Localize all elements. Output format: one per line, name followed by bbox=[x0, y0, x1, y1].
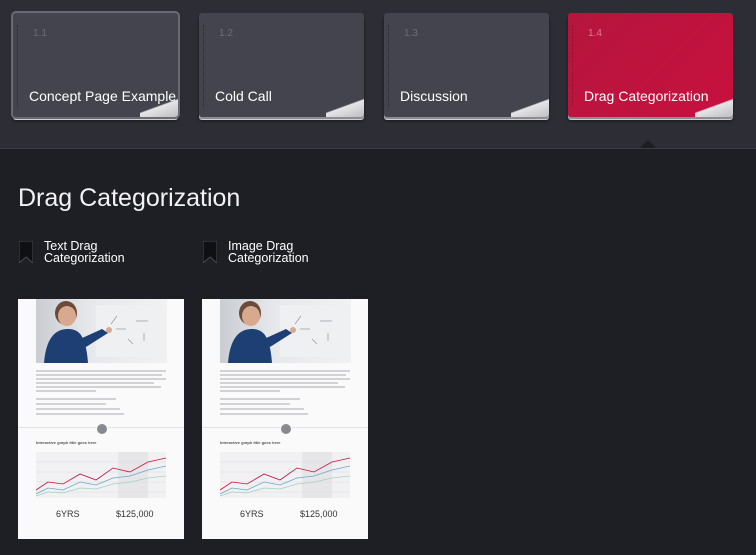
lesson-card-drag-categorization[interactable]: 1.4 Drag Categorization bbox=[568, 13, 733, 117]
next-arrow-icon bbox=[280, 423, 292, 435]
lesson-title: Cold Call bbox=[215, 88, 272, 104]
body-text-line bbox=[220, 370, 350, 372]
stat-amount: $125,000 bbox=[116, 509, 154, 519]
bullet-line bbox=[36, 413, 124, 415]
lesson-number: 1.2 bbox=[219, 28, 233, 39]
thumbnail-photo bbox=[220, 299, 351, 363]
item-label: Image Drag Categorization bbox=[228, 239, 309, 265]
torn-edge bbox=[18, 529, 184, 539]
body-text-line bbox=[36, 370, 166, 372]
body-text-line bbox=[220, 378, 350, 380]
lesson-card-cold-call[interactable]: 1.2 Cold Call bbox=[199, 13, 364, 117]
item-label: Text Drag Categorization bbox=[44, 239, 125, 265]
thumbnail-image-drag-categorization[interactable]: Interactive graph title goes here 6YRS $… bbox=[202, 299, 368, 539]
body-text-line bbox=[220, 386, 345, 388]
section-title: Drag Categorization bbox=[18, 184, 241, 212]
stat-years: 6YRS bbox=[56, 509, 80, 519]
card-spine bbox=[17, 25, 20, 107]
bookmark-icon bbox=[19, 241, 33, 263]
lesson-number: 1.1 bbox=[33, 28, 47, 39]
thumbnail-photo bbox=[36, 299, 167, 363]
bullet-line bbox=[220, 403, 290, 405]
card-spine bbox=[203, 25, 206, 107]
body-text-line bbox=[220, 374, 346, 376]
item-text-drag-categorization[interactable]: Text Drag Categorization bbox=[19, 240, 154, 264]
lesson-number: 1.3 bbox=[404, 28, 418, 39]
body-text-line bbox=[220, 390, 280, 392]
item-image-drag-categorization[interactable]: Image Drag Categorization bbox=[203, 240, 338, 264]
lesson-strip: 1.1 Concept Page Example 1.2 Cold Call 1… bbox=[0, 0, 756, 149]
bullet-line bbox=[36, 408, 120, 410]
stat-amount: $125,000 bbox=[300, 509, 338, 519]
bullet-line bbox=[220, 398, 300, 400]
graph-preview bbox=[35, 452, 167, 498]
body-text-line bbox=[36, 378, 166, 380]
graph-title: Interactive graph title goes here bbox=[220, 440, 281, 445]
bullet-line bbox=[220, 413, 308, 415]
lesson-card-concept-page-example[interactable]: 1.1 Concept Page Example bbox=[13, 13, 178, 117]
body-text-line bbox=[36, 390, 96, 392]
graph-title: Interactive graph title goes here bbox=[36, 440, 97, 445]
lesson-title: Discussion bbox=[400, 88, 468, 104]
card-spine bbox=[388, 25, 391, 107]
thumbnail-text-drag-categorization[interactable]: Interactive graph title goes here 6YRS $… bbox=[18, 299, 184, 539]
bullet-line bbox=[36, 398, 116, 400]
selection-pointer bbox=[640, 140, 656, 148]
next-arrow-icon bbox=[96, 423, 108, 435]
card-spine bbox=[572, 25, 575, 107]
bullet-line bbox=[220, 408, 304, 410]
lesson-card-discussion[interactable]: 1.3 Discussion bbox=[384, 13, 549, 117]
torn-edge bbox=[202, 529, 368, 539]
body-text-line bbox=[36, 374, 162, 376]
bullet-line bbox=[36, 403, 106, 405]
page-curl bbox=[326, 95, 364, 117]
page-curl bbox=[511, 95, 549, 117]
stat-years: 6YRS bbox=[240, 509, 264, 519]
graph-preview bbox=[219, 452, 351, 498]
lesson-number: 1.4 bbox=[588, 28, 602, 39]
body-text-line bbox=[36, 386, 161, 388]
lesson-title: Drag Categorization bbox=[584, 88, 709, 104]
body-text-line bbox=[220, 382, 338, 384]
bookmark-icon bbox=[203, 241, 217, 263]
body-text-line bbox=[36, 382, 154, 384]
